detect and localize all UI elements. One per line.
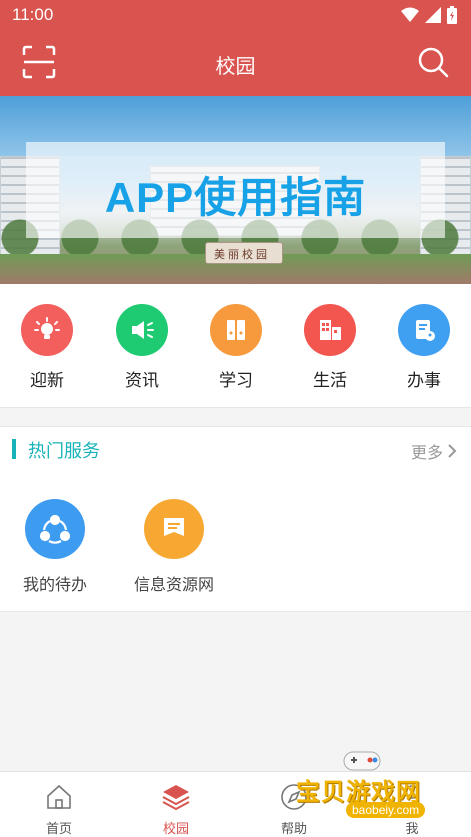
quick-item-label: 学习 [219, 371, 253, 391]
layers-icon [162, 785, 190, 811]
tab-campus[interactable]: 校园 [141, 782, 211, 837]
banner-carousel[interactable]: 美丽校园 APP使用指南 [0, 96, 471, 284]
gamepad-icon [343, 751, 381, 771]
site-watermark: 宝贝游戏网 baobeiy.com [296, 746, 448, 830]
status-bar: 11:00 [0, 0, 471, 32]
stone-text: 美丽校园 [214, 248, 270, 261]
wifi-icon [401, 7, 419, 22]
lightbulb-icon [21, 304, 73, 356]
app-bar: 校园 [0, 32, 471, 96]
section-title: 热门服务 [28, 441, 100, 462]
service-label: 信息资源网 [133, 575, 214, 594]
home-icon [47, 784, 71, 809]
quick-item-label: 办事 [407, 371, 441, 391]
page-title: 校园 [215, 54, 256, 78]
tab-label: 首页 [45, 822, 72, 837]
quick-item-label: 迎新 [30, 371, 64, 391]
section-accent-bar [12, 439, 16, 459]
more-link[interactable]: 更多 [411, 439, 457, 463]
tab-home[interactable]: 首页 [24, 782, 94, 837]
search-icon[interactable] [417, 46, 449, 78]
system-icons [401, 6, 457, 24]
quick-item-orientation[interactable]: 迎新 [15, 304, 79, 391]
quick-item-news[interactable]: 资讯 [110, 304, 174, 391]
document-icon [398, 304, 450, 356]
quick-item-label: 生活 [313, 371, 347, 391]
message-icon [144, 499, 204, 559]
more-label: 更多 [410, 443, 443, 462]
quick-item-life[interactable]: 生活 [298, 304, 362, 391]
signal-icon [425, 7, 441, 23]
quick-item-affairs[interactable]: 办事 [392, 304, 456, 391]
building-icon [304, 304, 356, 356]
quick-menu: 迎新 资讯 学习 生活 办事 [0, 284, 471, 408]
service-info-resources[interactable]: 信息资源网 [132, 499, 216, 595]
tab-label: 校园 [162, 822, 189, 837]
megaphone-icon [116, 304, 168, 356]
status-time: 11:00 [12, 5, 54, 24]
service-label: 我的待办 [22, 575, 87, 594]
service-my-todo[interactable]: 我的待办 [22, 499, 88, 595]
hot-services-section: 热门服务 更多 我的待办 信息资源网 [0, 426, 471, 612]
watermark-url: baobeiy.com [346, 802, 426, 818]
battery-icon [447, 6, 457, 24]
banner-text-panel: APP使用指南 [26, 142, 445, 238]
quick-item-label: 资讯 [125, 371, 159, 391]
books-icon [210, 304, 262, 356]
share-network-icon [25, 499, 85, 559]
chevron-right-icon [448, 444, 457, 458]
banner-headline: APP使用指南 [104, 174, 367, 221]
campus-stone: 美丽校园 [205, 242, 283, 264]
quick-item-study[interactable]: 学习 [204, 304, 268, 391]
